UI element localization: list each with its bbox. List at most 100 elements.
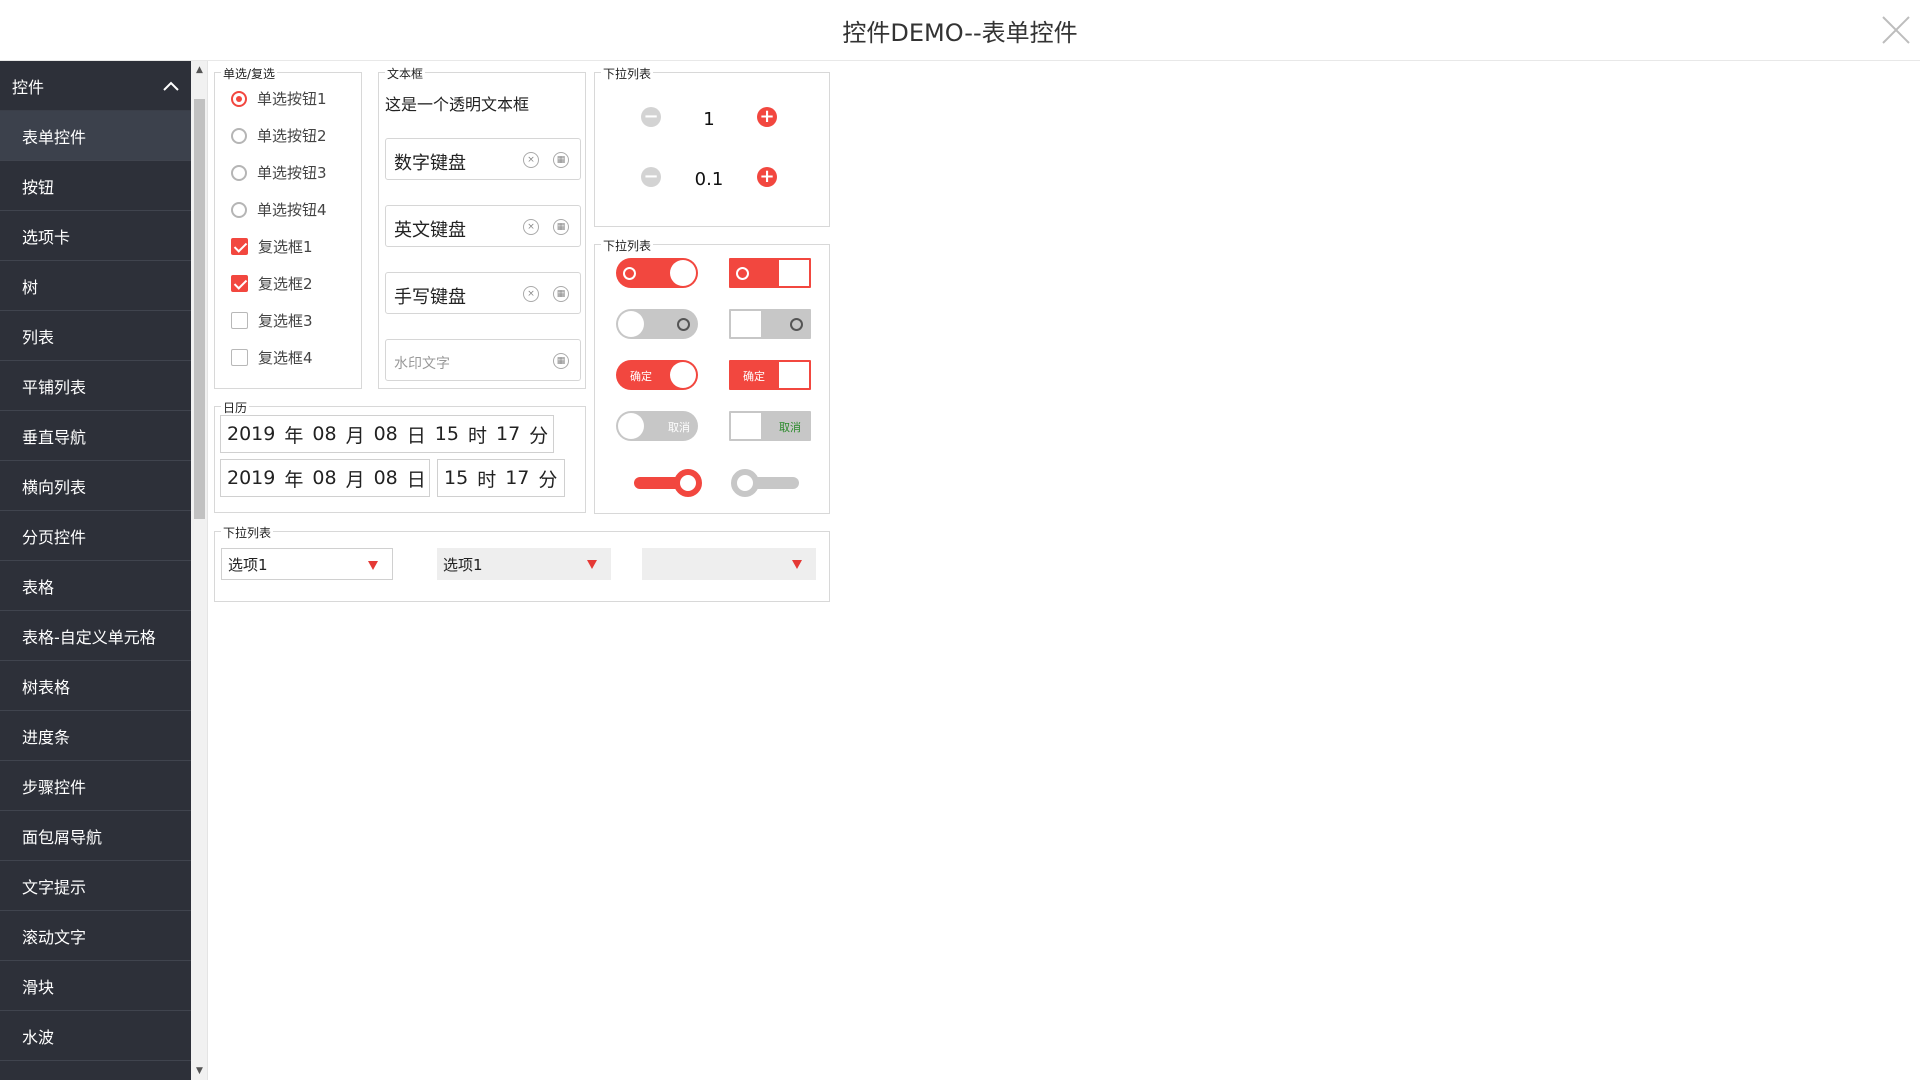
input-value: 手写键盘 (394, 287, 466, 308)
switch-ring-icon (623, 267, 636, 280)
toggle-switch-round[interactable] (616, 258, 698, 288)
sidebar-item[interactable]: 横向列表 (0, 461, 191, 511)
group-label: 日历 (221, 399, 250, 416)
keyboard-icon[interactable]: ▦ (553, 219, 569, 235)
increment-button[interactable]: + (757, 167, 777, 187)
select-value: 选项1 (228, 555, 268, 574)
radio-button[interactable]: 单选按钮4 (231, 199, 327, 220)
triangle-down-icon (792, 560, 802, 569)
spinner-value[interactable]: 0.1 (679, 169, 739, 190)
text-input[interactable]: 手写键盘 × ▦ (385, 272, 581, 314)
decrement-button[interactable]: − (641, 107, 661, 127)
sidebar-item[interactable]: 表格-自定义单元格 (0, 611, 191, 661)
toggle-switch-round-text[interactable]: 确定 (616, 360, 698, 390)
date-field-value[interactable]: 08 (374, 467, 398, 489)
sidebar-item[interactable]: 滑块 (0, 961, 191, 1011)
date-field-unit: 分 (529, 424, 549, 447)
clear-circle-icon[interactable]: × (523, 152, 539, 168)
date-picker[interactable]: 2019 年 08 月 08 日 (220, 459, 430, 497)
sidebar-item[interactable]: 步骤控件 (0, 761, 191, 811)
date-field-value[interactable]: 08 (374, 423, 398, 445)
sidebar-scrollbar[interactable]: ▲ ▼ (191, 61, 208, 1080)
transparent-textbox[interactable]: 这是一个透明文本框 (385, 91, 529, 115)
date-field-value[interactable]: 08 (312, 467, 336, 489)
slim-toggle-knob (731, 469, 759, 497)
checkbox[interactable]: 复选框4 (231, 347, 313, 368)
sidebar-item[interactable]: 列表 (0, 311, 191, 361)
sidebar-item[interactable]: 表格 (0, 561, 191, 611)
switch-knob (731, 311, 761, 337)
title-bar: 控件DEMO--表单控件 (0, 0, 1920, 61)
radio-button[interactable]: 单选按钮2 (231, 125, 327, 146)
sidebar-group-label: 控件 (12, 77, 45, 97)
switch-knob (779, 260, 809, 286)
text-input[interactable]: 数字键盘 × ▦ (385, 138, 581, 180)
sidebar-item[interactable]: 面包屑导航 (0, 811, 191, 861)
select-value: 选项1 (443, 555, 483, 574)
date-field-unit: 时 (477, 468, 497, 491)
sidebar-item[interactable]: 选项卡 (0, 211, 191, 261)
toggle-switch-round-text[interactable]: 取消 (616, 411, 698, 441)
sidebar-item[interactable]: 树表格 (0, 661, 191, 711)
toggle-switch-square[interactable] (729, 309, 811, 339)
radio-button[interactable]: 单选按钮3 (231, 162, 327, 183)
sidebar-item[interactable]: 进度条 (0, 711, 191, 761)
slim-toggle-on[interactable] (634, 469, 702, 497)
date-field-unit: 年 (284, 468, 304, 491)
date-field-value[interactable]: 2019 (227, 423, 275, 445)
close-icon[interactable] (1880, 14, 1912, 46)
datetime-picker[interactable]: 2019 年 08 月 08 日 15 时 17 分 (220, 415, 554, 453)
date-field-value[interactable]: 15 (444, 467, 468, 489)
radio-circle-icon (231, 90, 247, 107)
sidebar-item[interactable]: 按钮 (0, 161, 191, 211)
scroll-up-arrow-icon[interactable]: ▲ (191, 63, 208, 77)
text-input[interactable]: 水印文字 ▦ (385, 339, 581, 381)
sidebar-item[interactable]: 滚动文字 (0, 911, 191, 961)
sidebar-item[interactable]: 树 (0, 261, 191, 311)
clear-circle-icon[interactable]: × (523, 219, 539, 235)
toggle-switch-round[interactable] (616, 309, 698, 339)
increment-button[interactable]: + (757, 107, 777, 127)
dropdown-select[interactable] (642, 548, 816, 580)
date-field-value[interactable]: 17 (496, 423, 520, 445)
checkbox-label: 复选框1 (258, 238, 313, 256)
toggle-switch-square-text[interactable]: 取消 (729, 411, 811, 441)
time-picker[interactable]: 15 时 17 分 (437, 459, 565, 497)
date-field-unit: 月 (345, 424, 365, 447)
clear-circle-icon[interactable]: × (523, 286, 539, 302)
checkbox[interactable]: 复选框3 (231, 310, 313, 331)
date-field-value[interactable]: 15 (435, 423, 459, 445)
keyboard-icon[interactable]: ▦ (553, 286, 569, 302)
scroll-down-arrow-icon[interactable]: ▼ (191, 1064, 208, 1078)
sidebar-item[interactable]: 分页控件 (0, 511, 191, 561)
date-field-value[interactable]: 2019 (227, 467, 275, 489)
toggle-switch-square-text[interactable]: 确定 (729, 360, 811, 390)
switch-ring-icon (736, 267, 749, 280)
sidebar-item[interactable]: 表单控件 (0, 111, 191, 161)
decrement-button[interactable]: − (641, 167, 661, 187)
sidebar-item[interactable]: 水波 (0, 1011, 191, 1061)
keyboard-icon[interactable]: ▦ (553, 353, 569, 369)
checkbox[interactable]: 复选框2 (231, 273, 313, 294)
sidebar-group-header[interactable]: 控件 (0, 61, 191, 111)
sidebar-item[interactable]: 垂直导航 (0, 411, 191, 461)
toggle-switch-square[interactable] (729, 258, 811, 288)
dropdown-select[interactable]: 选项1 (437, 548, 611, 580)
input-value: 英文键盘 (394, 220, 466, 241)
date-field-value[interactable]: 08 (312, 423, 336, 445)
keyboard-icon[interactable]: ▦ (553, 152, 569, 168)
slim-toggle-off[interactable] (731, 469, 799, 497)
sidebar-item[interactable]: 平铺列表 (0, 361, 191, 411)
group-textbox: 文本框 这是一个透明文本框 数字键盘 × ▦ 英文键盘 × ▦ 手写键盘 × ▦ 水印文字 ▦ (378, 65, 586, 389)
group-radio-checkbox: 单选/复选 单选按钮1 单选按钮2 单选按钮3 单选按钮4 复选框1 复选框2 复选框3 复选… (214, 65, 362, 389)
scrollbar-thumb[interactable] (194, 99, 205, 519)
radio-button[interactable]: 单选按钮1 (231, 88, 327, 109)
input-placeholder: 水印文字 (394, 356, 450, 372)
dropdown-select[interactable]: 选项1 (221, 548, 393, 580)
text-input[interactable]: 英文键盘 × ▦ (385, 205, 581, 247)
sidebar-item[interactable]: 文字提示 (0, 861, 191, 911)
radio-label: 单选按钮2 (257, 127, 327, 145)
checkbox[interactable]: 复选框1 (231, 236, 313, 257)
date-field-value[interactable]: 17 (505, 467, 529, 489)
spinner-value[interactable]: 1 (679, 109, 739, 130)
